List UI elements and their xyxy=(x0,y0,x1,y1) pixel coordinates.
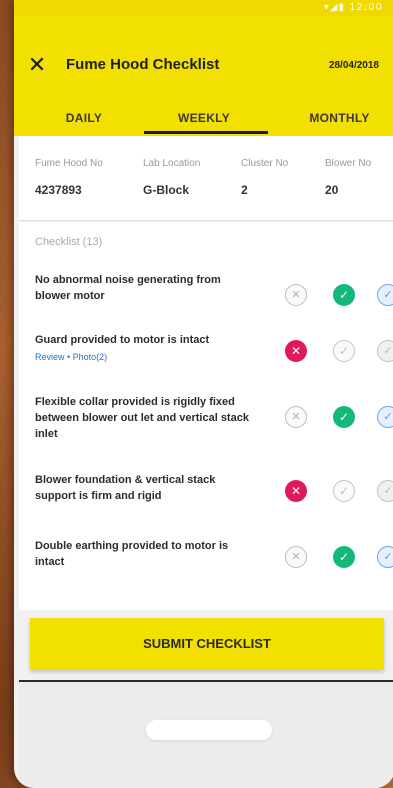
app-header: ✕ Fume Hood Checklist 28/04/2018 DAILY W… xyxy=(14,16,393,136)
checklist-item-text: Flexible collar provided is rigidly fixe… xyxy=(35,396,249,440)
mark-na-icon[interactable]: ✓ xyxy=(377,406,393,428)
lab-location: Lab Location G-Block xyxy=(143,158,200,197)
checklist-item: Blower foundation & vertical stack suppo… xyxy=(35,472,393,504)
status-icons: ▾◢▮ 12:00 xyxy=(323,2,383,13)
mark-fail-icon[interactable]: ✕ xyxy=(285,406,307,428)
mark-fail-icon[interactable]: ✕ xyxy=(285,340,307,362)
status-bar: ▾◢▮ 12:00 xyxy=(14,0,393,16)
blower-no-label: Blower No xyxy=(325,158,372,169)
mark-ok-icon[interactable]: ✓ xyxy=(333,340,355,362)
checklist-item-text: No abnormal noise generating from blower… xyxy=(35,274,221,302)
cluster-no-value: 2 xyxy=(241,183,248,197)
mark-fail-icon[interactable]: ✕ xyxy=(285,284,307,306)
tab-bar: DAILY WEEKLY MONTHLY xyxy=(14,100,393,136)
fume-hood-no-value: 4237893 xyxy=(35,183,82,197)
checklist-title: Checklist (13) xyxy=(35,236,103,248)
page-title: Fume Hood Checklist xyxy=(66,56,220,73)
lab-location-value: G-Block xyxy=(143,183,190,197)
mark-na-icon[interactable]: ✓ xyxy=(377,340,393,362)
mark-fail-icon[interactable]: ✕ xyxy=(285,546,307,568)
mark-na-icon[interactable]: ✓ xyxy=(377,480,393,502)
fume-hood-no: Fume Hood No 4237893 xyxy=(35,158,103,197)
tab-monthly[interactable]: MONTHLY xyxy=(284,100,393,136)
submit-checklist-button[interactable]: SUBMIT CHECKLIST xyxy=(30,618,384,670)
checklist: Checklist (13) No abnormal noise generat… xyxy=(19,222,393,610)
checklist-item: Double earthing provided to motor is int… xyxy=(35,538,393,570)
checklist-item-text: Double earthing provided to motor is int… xyxy=(35,540,229,568)
checklist-item: Flexible collar provided is rigidly fixe… xyxy=(35,394,393,442)
close-icon[interactable]: ✕ xyxy=(24,53,50,79)
cluster-no: Cluster No 2 xyxy=(241,158,288,197)
home-bar[interactable] xyxy=(146,720,272,740)
mark-ok-icon[interactable]: ✓ xyxy=(333,406,355,428)
mark-ok-icon[interactable]: ✓ xyxy=(333,480,355,502)
fume-hood-info: Fume Hood No 4237893 Lab Location G-Bloc… xyxy=(19,136,393,221)
active-tab-indicator xyxy=(144,131,268,134)
checklist-item-text: Guard provided to motor is intact xyxy=(35,334,210,346)
checklist-item: Guard provided to motor is intact Review… xyxy=(35,332,393,362)
fume-hood-no-label: Fume Hood No xyxy=(35,158,103,169)
checklist-item: No abnormal noise generating from blower… xyxy=(35,272,393,306)
checklist-item-text: Blower foundation & vertical stack suppo… xyxy=(35,474,216,502)
tab-daily[interactable]: DAILY xyxy=(34,100,134,136)
mark-na-icon[interactable]: ✓ xyxy=(377,284,393,306)
checklist-date: 28/04/2018 xyxy=(328,60,379,71)
blower-no: Blower No 20 xyxy=(325,158,371,197)
blower-no-value: 20 xyxy=(325,183,339,197)
mark-ok-icon[interactable]: ✓ xyxy=(333,546,355,568)
phone-screen: ▾◢▮ 12:00 ✕ Fume Hood Checklist 28/04/20… xyxy=(14,0,393,788)
mark-na-icon[interactable]: ✓ xyxy=(377,546,393,568)
lab-location-label: Lab Location xyxy=(143,158,201,169)
cluster-no-label: Cluster No xyxy=(241,158,289,169)
mark-fail-icon[interactable]: ✕ xyxy=(285,480,307,502)
mark-ok-icon[interactable]: ✓ xyxy=(333,284,355,306)
